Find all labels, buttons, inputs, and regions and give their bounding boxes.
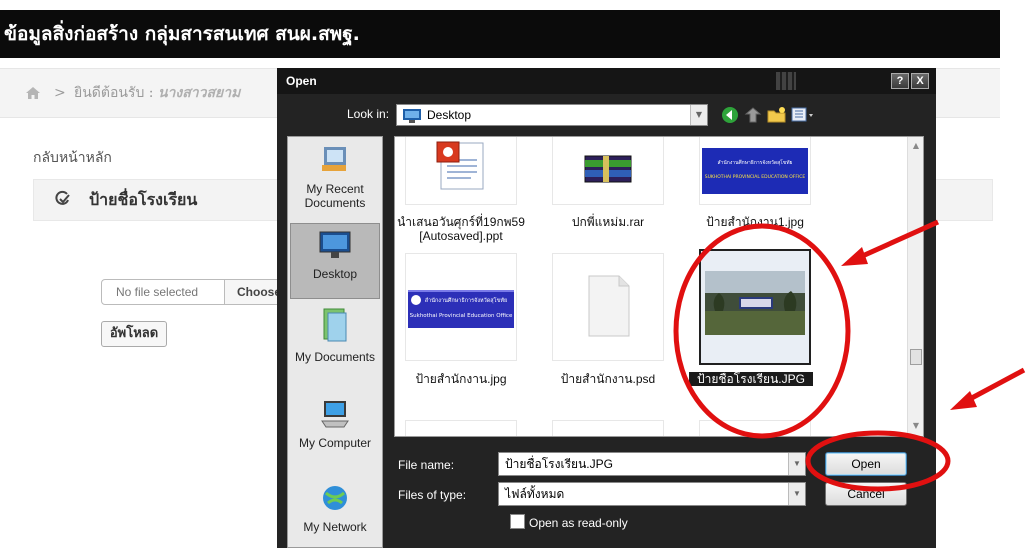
dialog-titlebar[interactable]: Open ? X — [277, 68, 936, 94]
file-tile-office-sign[interactable]: สำนักงานศึกษาธิการจังหวัดสุโขทัย Sukhotha… — [405, 253, 517, 361]
places-bar: My Recent Documents Desktop My Documents… — [287, 136, 383, 548]
place-my-computer[interactable]: My Computer — [290, 399, 380, 475]
file-tile-psd[interactable] — [552, 253, 664, 361]
place-label: My Computer — [298, 436, 372, 450]
open-button[interactable]: Open — [825, 452, 907, 476]
my-computer-icon — [290, 399, 380, 432]
chevron-down-icon[interactable]: ▼ — [788, 453, 805, 475]
back-to-home-link[interactable]: กลับหน้าหลัก — [33, 147, 112, 169]
generic-file-icon — [553, 254, 663, 360]
file-list: นำเสนอวันศุกร์ที่19กพ59 [Autosaved].ppt … — [394, 136, 924, 437]
place-my-documents[interactable]: My Documents — [290, 307, 380, 383]
file-name-selected[interactable]: ป้ายชื่อโรงเรียน.JPG — [689, 372, 813, 386]
file-thumbnail — [700, 421, 810, 436]
winrar-archive-icon — [553, 137, 663, 204]
edit-check-icon — [55, 189, 71, 213]
image-thumbnail: สำนักงานศึกษาธิการจังหวัดสุโขทัย SUKHOTHA… — [700, 137, 810, 204]
banner-thai-text: สำนักงานศึกษาธิการจังหวัดสุโขทัย — [718, 159, 793, 166]
place-label: My Recent Documents — [304, 182, 366, 210]
banner-english-text: SUKHOTHAI PROVINCIAL EDUCATION OFFICE — [705, 174, 806, 180]
dialog-title: Open — [286, 74, 317, 88]
place-my-network[interactable]: My Network — [290, 483, 380, 543]
scrollbar-thumb[interactable] — [910, 349, 922, 365]
school-sign-photo-thumbnail — [701, 251, 809, 363]
back-icon[interactable] — [721, 106, 739, 128]
banner-thai-text: สำนักงานศึกษาธิการจังหวัดสุโขทัย — [425, 296, 507, 304]
home-icon[interactable] — [26, 69, 40, 117]
files-of-type-label: Files of type: — [398, 488, 467, 502]
up-folder-icon[interactable] — [744, 106, 762, 128]
file-thumbnail — [553, 421, 663, 436]
read-only-label: Open as read-only — [529, 516, 628, 530]
file-list-scrollbar[interactable]: ▲ ▼ — [907, 137, 923, 436]
file-name[interactable]: ปกพี่แหม่ม.rar — [538, 215, 678, 229]
open-file-dialog: Open ? X Look in: Desktop ▼ My Recent Do… — [277, 68, 936, 548]
view-menu-icon[interactable] — [791, 106, 817, 128]
scroll-up-arrow-icon[interactable]: ▲ — [908, 139, 923, 153]
welcome-user: นางสาวสยาม — [157, 85, 241, 101]
place-recent-documents[interactable]: My Recent Documents — [290, 143, 380, 225]
close-button[interactable]: X — [911, 73, 929, 89]
file-tile-partial[interactable] — [552, 420, 664, 436]
file-tile-rar[interactable] — [552, 137, 664, 205]
file-tile-ppt[interactable] — [405, 137, 517, 205]
look-in-dropdown[interactable]: Desktop ▼ — [396, 104, 708, 126]
section-title: ป้ายชื่อโรงเรียน — [89, 190, 198, 209]
file-upload-field[interactable]: No file selected Choose — [101, 279, 291, 305]
welcome-label: ยินดีต้อนรับ : — [74, 85, 154, 101]
open-read-only-checkbox[interactable]: Open as read-only — [510, 514, 628, 530]
file-thumbnail — [406, 421, 516, 436]
look-in-label: Look in: — [347, 107, 390, 121]
file-tile-partial[interactable] — [405, 420, 517, 436]
breadcrumb-separator: > — [54, 85, 66, 101]
banner-english-text: Sukhothai Provincial Education Office — [410, 313, 513, 319]
place-label: Desktop — [312, 267, 358, 281]
file-tile-partial[interactable] — [699, 420, 811, 436]
file-tile-school-sign[interactable] — [699, 249, 811, 365]
welcome-text: ยินดีต้อนรับ : นางสาวสยาม — [74, 69, 240, 117]
file-name[interactable]: นำเสนอวันศุกร์ที่19กพ59 [Autosaved].ppt — [395, 215, 531, 243]
desktop-icon — [291, 230, 379, 263]
recent-documents-icon — [290, 143, 380, 178]
chevron-down-icon[interactable]: ▼ — [788, 483, 805, 505]
place-label: My Documents — [294, 350, 376, 364]
file-name-value: ป้ายชื่อโรงเรียน.JPG — [505, 457, 613, 471]
files-of-type-value: ไฟล์ทั้งหมด — [505, 487, 565, 501]
image-thumbnail: สำนักงานศึกษาธิการจังหวัดสุโขทัย Sukhotha… — [406, 254, 516, 360]
scroll-down-arrow-icon[interactable]: ▼ — [908, 419, 923, 433]
place-label: My Network — [303, 520, 367, 534]
annotation-arrow-open — [950, 367, 1026, 410]
files-of-type-dropdown[interactable]: ไฟล์ทั้งหมด ▼ — [498, 482, 806, 506]
file-tile-office-sign-1[interactable]: สำนักงานศึกษาธิการจังหวัดสุโขทัย SUKHOTHA… — [699, 137, 811, 205]
upload-button[interactable]: อัพโหลด — [101, 321, 167, 347]
file-name-input[interactable]: ป้ายชื่อโรงเรียน.JPG ▼ — [498, 452, 806, 476]
my-documents-icon — [290, 307, 380, 346]
chevron-down-icon[interactable]: ▼ — [690, 105, 707, 125]
look-in-value: Desktop — [427, 108, 472, 122]
file-name[interactable]: ป้ายสำนักงาน.jpg — [395, 372, 531, 386]
file-name[interactable]: ป้ายสำนักงาน1.jpg — [685, 215, 825, 229]
cancel-button[interactable]: Cancel — [825, 482, 907, 506]
help-button[interactable]: ? — [891, 73, 909, 89]
checkbox-box[interactable] — [510, 514, 525, 529]
file-name-label: File name: — [398, 458, 455, 472]
file-name[interactable]: ป้ายสำนักงาน.psd — [538, 372, 678, 386]
page-title: ข้อมูลสิ่งก่อสร้าง กลุ่มสารสนเทศ สนผ.สพฐ… — [0, 10, 1000, 58]
titlebar-grip — [776, 72, 796, 90]
place-desktop[interactable]: Desktop — [290, 223, 380, 299]
powerpoint-file-icon — [406, 137, 516, 204]
file-status-text: No file selected — [116, 285, 199, 299]
my-network-icon — [290, 483, 380, 516]
new-folder-icon[interactable] — [767, 106, 787, 128]
desktop-icon — [403, 108, 421, 127]
